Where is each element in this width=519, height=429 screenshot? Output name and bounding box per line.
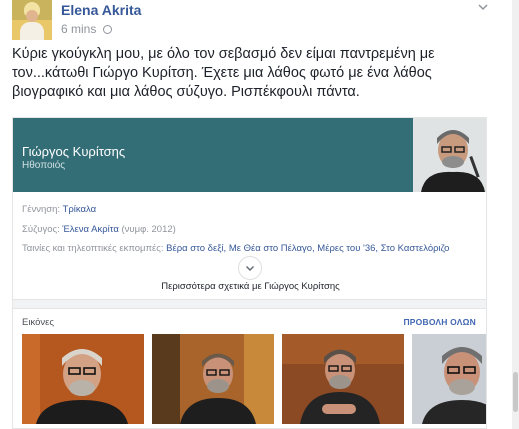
- section-divider: [13, 299, 486, 309]
- expand-more-button[interactable]: [238, 256, 262, 280]
- image-thumbnail-3[interactable]: [282, 334, 404, 424]
- more-about-link[interactable]: Περισσότερα σχετικά με Γιώργος Κυρίτσης: [13, 281, 486, 292]
- fact-row-spouse: Σύζυγος: Έλενα Ακρίτα (νυμφ. 2012): [22, 223, 176, 235]
- fact-link-films[interactable]: Βέρα στο δεξί, Με Θέα στο Πέλαγο, Μέρες …: [166, 243, 449, 254]
- post-timestamp[interactable]: 6 mins: [61, 22, 96, 36]
- scrollbar-thumb[interactable]: [513, 372, 518, 412]
- card-person-role: Ηθοποιός: [22, 160, 66, 171]
- facebook-post: Elena Akrita 6 mins Κύριε γκούγκλη μου, …: [0, 0, 505, 429]
- card-person-name[interactable]: Γιώργος Κυρίτσης: [22, 144, 125, 159]
- chevron-down-icon: [246, 266, 254, 271]
- image-thumbnail-1[interactable]: [22, 334, 144, 424]
- fact-row-films: Ταινίες και τηλεοπτικές εκπομπές: Βέρα σ…: [22, 243, 450, 254]
- image-thumbnail-2[interactable]: [152, 334, 274, 424]
- fact-link-birthplace[interactable]: Τρίκαλα: [63, 204, 97, 215]
- author-name[interactable]: Elena Akrita: [61, 2, 141, 18]
- images-heading: Εικόνες: [22, 317, 54, 328]
- knowledge-card: Γιώργος Κυρίτσης Ηθοποιός Γέννηση: Τρίκα…: [12, 117, 487, 429]
- fact-row-birth: Γέννηση: Τρίκαλα: [22, 204, 97, 215]
- image-thumbnail-4[interactable]: [412, 334, 486, 424]
- see-all-button[interactable]: ΠΡΟΒΟΛΗ ΟΛΩΝ: [403, 317, 476, 327]
- chevron-down-icon[interactable]: [478, 2, 488, 12]
- fact-link-spouse[interactable]: Έλενα Ακρίτα: [62, 224, 119, 235]
- author-avatar[interactable]: [12, 0, 52, 40]
- post-text: Κύριε γκούγκλη μου, με όλο τον σεβασμό δ…: [12, 46, 435, 100]
- globe-icon: [103, 25, 112, 34]
- card-banner: Γιώργος Κυρίτσης Ηθοποιός: [13, 118, 486, 192]
- card-person-photo[interactable]: [413, 118, 486, 192]
- card-facts: Γέννηση: Τρίκαλα Σύζυγος: Έλενα Ακρίτα (…: [22, 200, 449, 259]
- page-scrollbar[interactable]: [512, 0, 519, 429]
